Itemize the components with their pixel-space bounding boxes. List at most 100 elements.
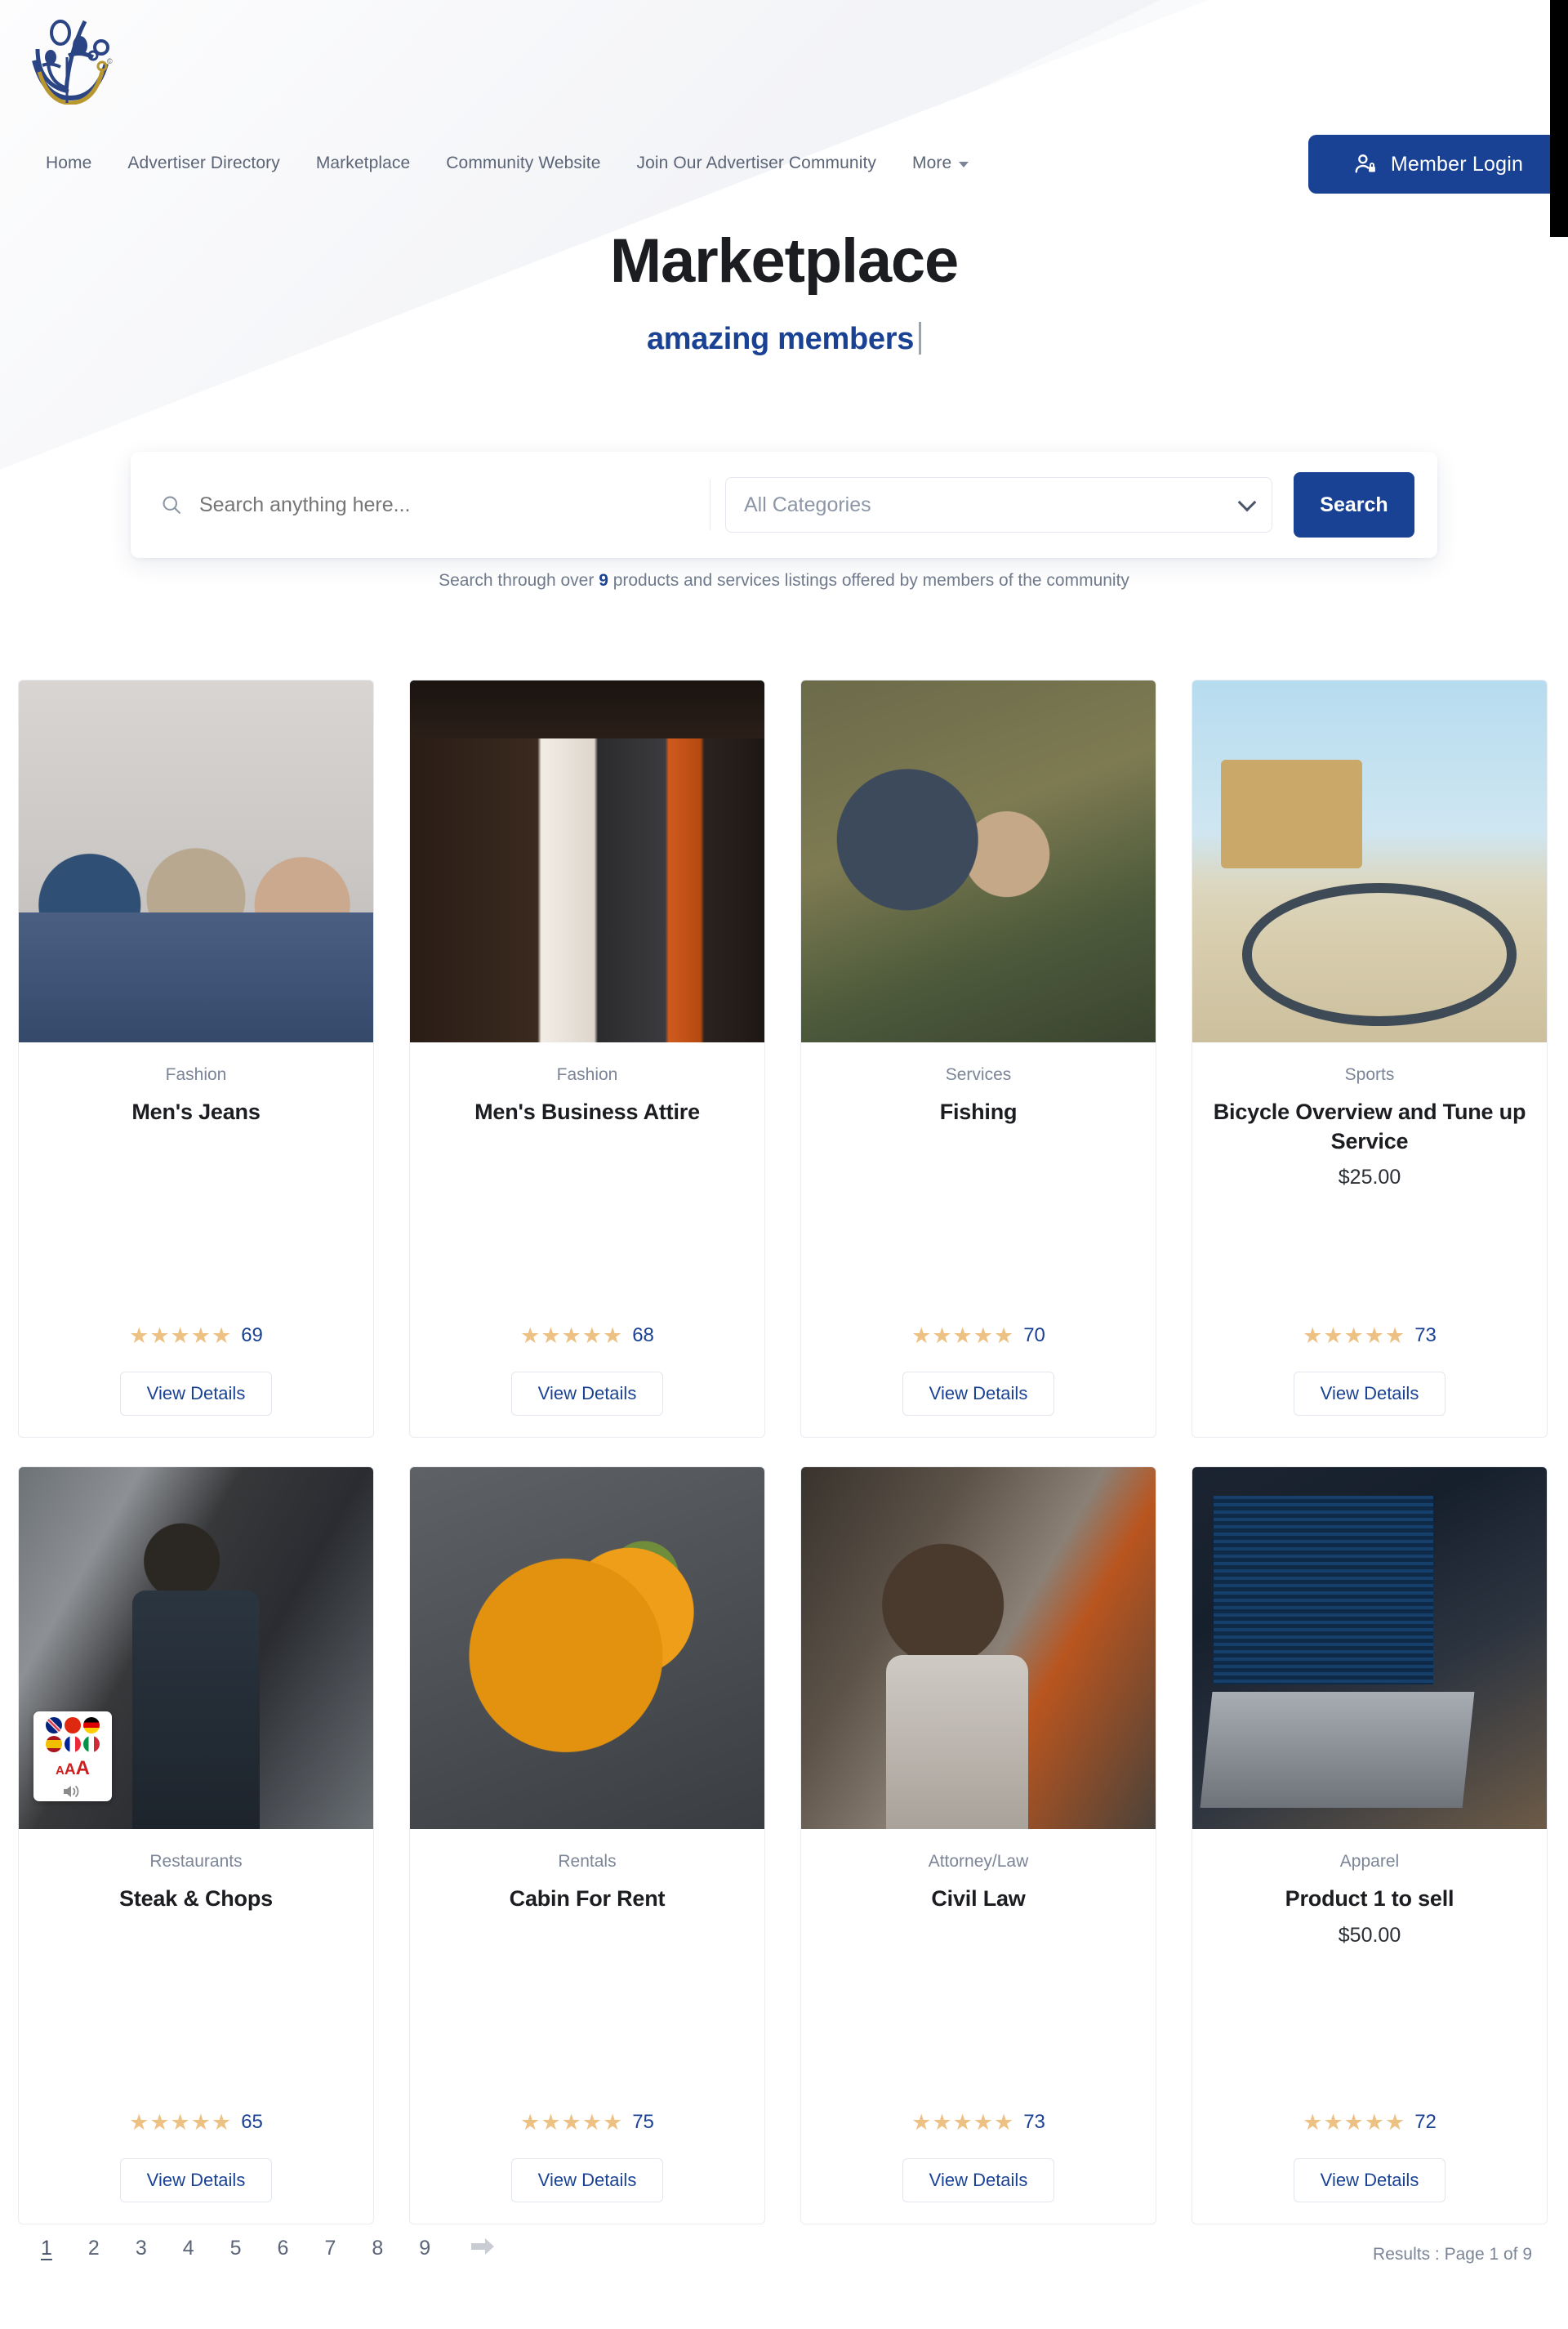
user-lock-icon <box>1355 154 1375 173</box>
pagination-page-9[interactable]: 9 <box>401 2234 448 2262</box>
star-icon: ★ <box>973 1323 993 1348</box>
rating-count: 68 <box>632 1324 654 1346</box>
listing-card[interactable]: Attorney/Law Civil Law ★ ★ ★ ★ ★ 73 View Det… <box>800 1466 1156 2224</box>
speaker-icon[interactable] <box>62 1783 83 1800</box>
listing-image[interactable] <box>801 1467 1156 1829</box>
listing-body: Services Fishing ★ ★ ★ ★ ★ 70 View Details <box>801 1042 1156 1437</box>
logo-icon: © <box>32 20 113 105</box>
listing-rating: ★ ★ ★ ★ ★ 75 <box>520 2111 654 2134</box>
pagination-page-8[interactable]: 8 <box>354 2234 401 2262</box>
mens-business-attire-photo <box>410 680 764 1042</box>
community-logo[interactable]: © <box>21 7 129 105</box>
pagination-page-3[interactable]: 3 <box>118 2234 165 2262</box>
star-icon: ★ <box>1364 1323 1384 1348</box>
star-icon: ★ <box>952 2109 973 2135</box>
star-icon: ★ <box>520 2109 541 2135</box>
star-rating-icons: ★ ★ ★ ★ ★ <box>911 2109 1013 2135</box>
view-details-button[interactable]: View Details <box>510 1372 664 1416</box>
product-1-photo <box>1192 1467 1547 1829</box>
nav-item-marketplace[interactable]: Marketplace <box>298 151 428 176</box>
listing-category: Apparel <box>1339 1852 1400 1871</box>
category-select[interactable]: All Categories <box>725 477 1272 533</box>
listing-image[interactable] <box>801 680 1156 1042</box>
view-details-button[interactable]: View Details <box>902 2158 1055 2202</box>
listing-card[interactable]: Rentals Cabin For Rent ★ ★ ★ ★ ★ 75 View Det… <box>409 1466 765 2224</box>
nav-item-advertiser-directory[interactable]: Advertiser Directory <box>109 151 297 176</box>
listing-category: Services <box>945 1065 1012 1084</box>
uk-flag-icon[interactable] <box>46 1717 62 1733</box>
listing-image[interactable]: AAA <box>19 1467 373 1829</box>
cabin-for-rent-photo <box>410 1467 764 1829</box>
listing-body: Apparel Product 1 to sell $50.00 ★ ★ ★ ★ ★ 7… <box>1192 1829 1547 2224</box>
star-icon: ★ <box>932 2109 952 2135</box>
listing-image[interactable] <box>19 680 373 1042</box>
italy-flag-icon[interactable] <box>83 1736 100 1752</box>
listing-image[interactable] <box>410 680 764 1042</box>
star-icon: ★ <box>581 2109 602 2135</box>
search-input-wrap <box>131 452 710 558</box>
search-button[interactable]: Search <box>1294 472 1414 538</box>
star-icon: ★ <box>129 1323 149 1348</box>
listing-image[interactable] <box>410 1467 764 1829</box>
china-flag-icon[interactable] <box>65 1717 81 1733</box>
nav-item-home[interactable]: Home <box>46 151 109 176</box>
star-icon: ★ <box>190 1323 211 1348</box>
view-details-button[interactable]: View Details <box>1293 2158 1446 2202</box>
star-icon: ★ <box>1303 2109 1323 2135</box>
pagination-page-6[interactable]: 6 <box>260 2234 307 2262</box>
search-bar: All Categories Search <box>131 452 1437 558</box>
typing-caret <box>919 322 922 355</box>
listing-card[interactable]: Fashion Men's Business Attire ★ ★ ★ ★ ★ 68 V… <box>409 680 765 1438</box>
main-navigation: Home Advertiser Directory Marketplace Co… <box>46 151 987 176</box>
germany-flag-icon[interactable] <box>83 1717 100 1733</box>
note-count: 9 <box>599 571 608 590</box>
listing-image[interactable] <box>1192 680 1547 1042</box>
listing-rating: ★ ★ ★ ★ ★ 68 <box>520 1324 654 1347</box>
listing-category: Fashion <box>165 1065 227 1084</box>
listing-body: Fashion Men's Jeans ★ ★ ★ ★ ★ 69 View Detail… <box>19 1042 373 1437</box>
star-icon: ★ <box>1343 1323 1364 1348</box>
listing-image[interactable] <box>1192 1467 1547 1829</box>
listing-rating: ★ ★ ★ ★ ★ 73 <box>911 2111 1045 2134</box>
pagination-page-4[interactable]: 4 <box>165 2234 212 2262</box>
pagination-page-5[interactable]: 5 <box>212 2234 260 2262</box>
listing-card[interactable]: Services Fishing ★ ★ ★ ★ ★ 70 View Details <box>800 680 1156 1438</box>
nav-label: Home <box>46 154 92 172</box>
spain-flag-icon[interactable] <box>46 1736 62 1752</box>
listing-rating: ★ ★ ★ ★ ★ 70 <box>911 1324 1045 1347</box>
star-rating-icons: ★ ★ ★ ★ ★ <box>129 1323 231 1348</box>
accessibility-widget[interactable]: AAA <box>33 1711 112 1801</box>
listing-rating: ★ ★ ★ ★ ★ 73 <box>1303 1324 1437 1347</box>
star-icon: ★ <box>211 2109 232 2135</box>
nav-label: Join Our Advertiser Community <box>636 154 876 172</box>
search-input[interactable] <box>199 493 657 517</box>
pagination-page-7[interactable]: 7 <box>306 2234 354 2262</box>
view-details-button[interactable]: View Details <box>119 2158 273 2202</box>
rating-count: 75 <box>632 2111 654 2133</box>
pagination-page-2[interactable]: 2 <box>70 2234 118 2262</box>
view-details-button[interactable]: View Details <box>510 2158 664 2202</box>
listing-card[interactable]: Apparel Product 1 to sell $50.00 ★ ★ ★ ★ ★ 7… <box>1192 1466 1548 2224</box>
pagination-page-1[interactable]: 1 <box>33 2234 70 2262</box>
nav-item-more[interactable]: More <box>894 151 987 176</box>
listing-rating: ★ ★ ★ ★ ★ 69 <box>129 1324 263 1347</box>
view-details-button[interactable]: View Details <box>1293 1372 1446 1416</box>
arrow-right-icon[interactable] <box>470 2236 496 2261</box>
view-details-button[interactable]: View Details <box>119 1372 273 1416</box>
listing-card[interactable]: Sports Bicycle Overview and Tune up Serv… <box>1192 680 1548 1438</box>
listing-title: Fishing <box>939 1100 1018 1124</box>
rating-count: 69 <box>241 1324 263 1346</box>
nav-item-community-website[interactable]: Community Website <box>428 151 618 176</box>
france-flag-icon[interactable] <box>65 1736 81 1752</box>
view-details-button[interactable]: View Details <box>902 1372 1055 1416</box>
hero-subtitle-text: amazing members <box>646 322 915 356</box>
member-login-button[interactable]: Member Login <box>1308 135 1568 194</box>
nav-item-join-advertiser-community[interactable]: Join Our Advertiser Community <box>619 151 895 176</box>
text-size-control[interactable]: AAA <box>56 1757 90 1780</box>
rating-count: 65 <box>241 2111 263 2133</box>
listing-card[interactable]: AAA Restaurants Steak & Chops ★★★★★ <box>18 1466 374 2224</box>
listing-row-1: Fashion Men's Jeans ★ ★ ★ ★ ★ 69 View Detail… <box>18 680 1550 1438</box>
listing-card[interactable]: Fashion Men's Jeans ★ ★ ★ ★ ★ 69 View Detail… <box>18 680 374 1438</box>
star-rating-icons: ★ ★ ★ ★ ★ <box>520 2109 622 2135</box>
star-icon: ★ <box>561 1323 581 1348</box>
